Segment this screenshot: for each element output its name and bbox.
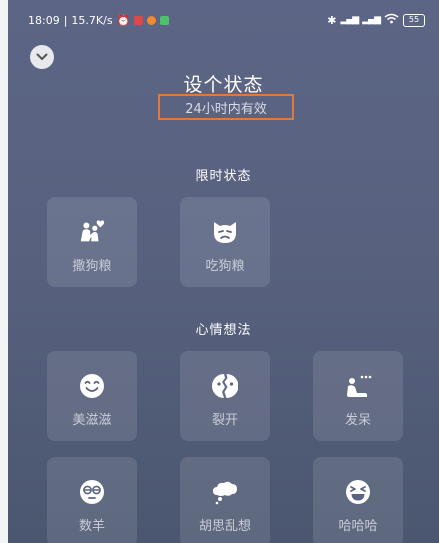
- status-card-sa-gouliang[interactable]: 撒狗粮: [47, 197, 137, 287]
- status-card-chi-gouliang[interactable]: 吃狗粮: [180, 197, 270, 287]
- cracked-face-icon: [211, 372, 239, 400]
- status-card-shuyang[interactable]: 数羊: [47, 457, 137, 543]
- alarm-icon: ⏰: [116, 14, 131, 27]
- network-speed: 15.7K/s: [71, 14, 113, 27]
- section-title-mood: 心情想法: [195, 323, 252, 338]
- status-card-label: 哈哈哈: [338, 519, 378, 534]
- daydream-icon: [344, 372, 372, 400]
- thought-bubble-icon: [211, 478, 239, 506]
- clock-time: 18:09: [28, 14, 60, 27]
- notification-app-icon-3: [160, 16, 170, 25]
- section-title-limited: 限时状态: [195, 169, 252, 184]
- chevron-down-icon: [36, 53, 48, 60]
- status-card-label: 胡思乱想: [198, 519, 251, 534]
- notification-app-icon-2: [147, 16, 157, 25]
- couple-icon: [78, 218, 106, 246]
- signal-icon: ▂▄▆: [340, 15, 359, 25]
- bluetooth-icon: ✱: [327, 13, 337, 27]
- signal-icon-2: ▂▄▆: [362, 15, 381, 25]
- battery-icon: 55: [403, 13, 425, 27]
- laughing-face-icon: [344, 478, 372, 506]
- status-card-husi-luanxiang[interactable]: 胡思乱想: [180, 457, 270, 543]
- notification-app-icon: [134, 16, 144, 25]
- status-picker-screen: 18:09 | 15.7K/s ⏰ ✱ ▂▄▆ ▂▄▆ 55 设个状态 24小时…: [8, 0, 439, 543]
- status-card-label: 吃狗粮: [205, 259, 245, 274]
- status-card-hahaha[interactable]: 哈哈哈: [313, 457, 403, 543]
- validity-subtitle: 24小时内有效: [158, 94, 294, 120]
- happy-face-icon: [78, 372, 106, 400]
- status-card-fadai[interactable]: 发呆: [313, 351, 403, 441]
- collapse-button[interactable]: [30, 45, 54, 69]
- status-card-label: 发呆: [344, 413, 371, 428]
- status-card-mei-zizi[interactable]: 美滋滋: [47, 351, 137, 441]
- page-title: 设个状态: [183, 74, 264, 96]
- validity-text: 24小时内有效: [185, 101, 267, 117]
- status-bar: 18:09 | 15.7K/s ⏰ ✱ ▂▄▆ ▂▄▆ 55: [8, 0, 439, 44]
- status-card-label: 美滋滋: [72, 413, 112, 428]
- wifi-icon: [384, 13, 399, 27]
- status-card-label: 撒狗粮: [72, 259, 112, 274]
- status-card-label: 裂开: [211, 413, 238, 428]
- sad-cat-icon: [211, 218, 239, 246]
- status-card-liekai[interactable]: 裂开: [180, 351, 270, 441]
- status-card-label: 数羊: [78, 519, 105, 534]
- sleepy-face-icon: [78, 478, 106, 506]
